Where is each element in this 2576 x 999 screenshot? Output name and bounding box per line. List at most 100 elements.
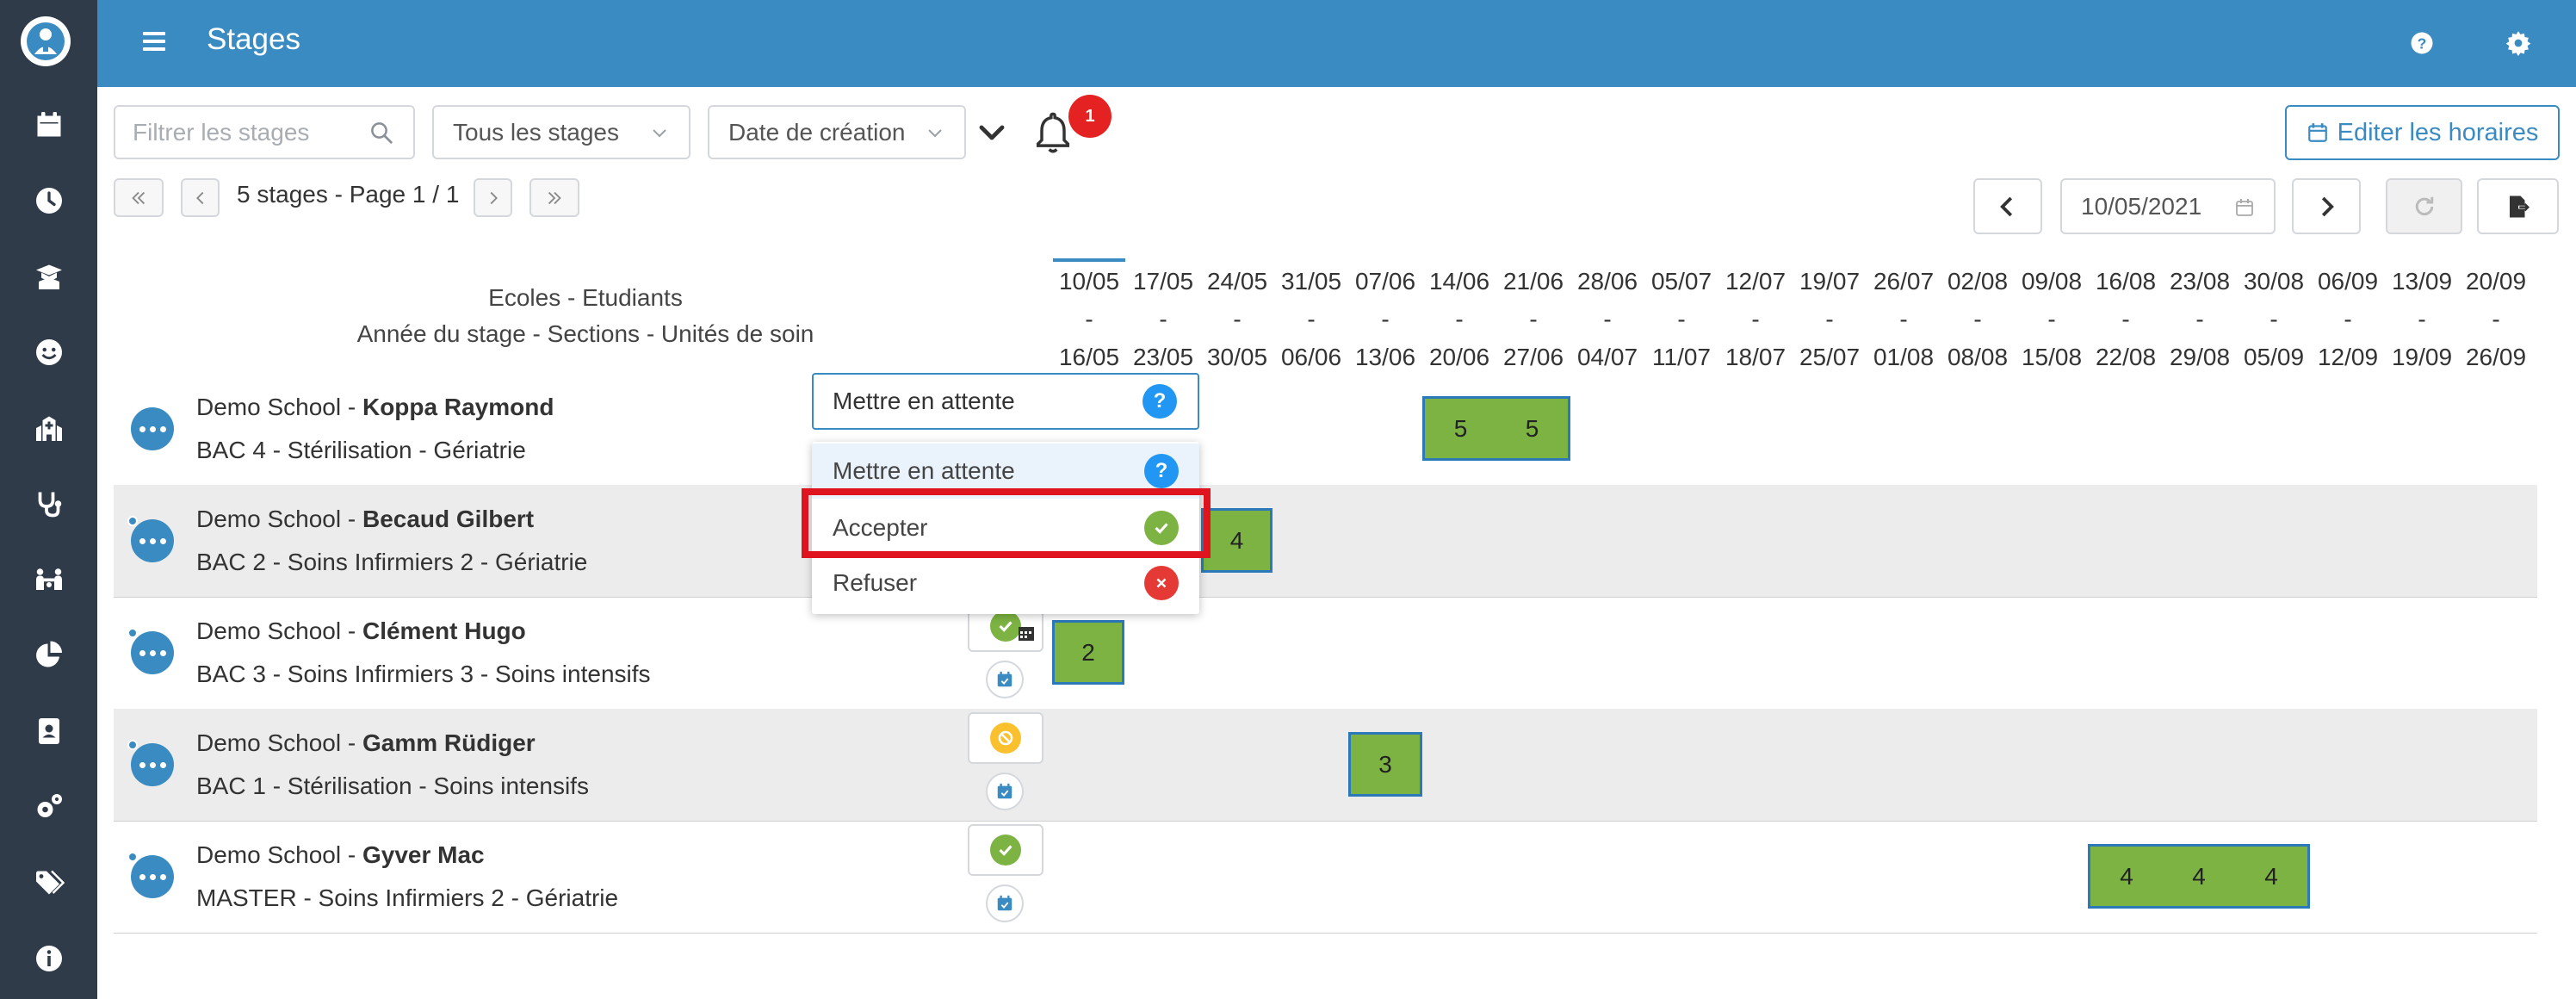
week-sep: - xyxy=(2195,306,2204,332)
row-actions-button[interactable] xyxy=(131,855,174,898)
week-count-label: 4 xyxy=(2192,862,2206,890)
pie-chart-icon xyxy=(35,641,62,667)
week-column-header: 06/09 - 12/09 xyxy=(2311,263,2385,376)
sidebar-item-info[interactable] xyxy=(0,921,97,996)
next-period-button[interactable] xyxy=(2292,178,2361,234)
week-end: 11/07 xyxy=(1652,344,1711,370)
status-select[interactable]: Mettre en attente ? xyxy=(812,373,1199,430)
school-name: Demo School - xyxy=(196,617,362,644)
sidebar-item-care[interactable] xyxy=(0,466,97,542)
week-end: 08/08 xyxy=(1947,344,2009,370)
row-actions-button[interactable] xyxy=(131,631,174,674)
week-sep: - xyxy=(2418,306,2426,332)
week-count-label: 5 xyxy=(1453,414,1468,442)
export-button[interactable] xyxy=(2477,178,2559,234)
row-actions-button[interactable] xyxy=(131,407,174,450)
menu-icon[interactable] xyxy=(139,28,170,59)
student-name: Clément Hugo xyxy=(362,617,526,644)
school-student-label: Demo School - Gamm Rüdiger xyxy=(196,729,536,757)
sidebar-item-tags[interactable] xyxy=(0,845,97,921)
sort-select[interactable]: Date de création xyxy=(708,105,966,159)
schedule-button[interactable] xyxy=(986,661,1024,698)
internship-period-bar[interactable]: 55 xyxy=(1422,396,1570,461)
sidebar-item-hospital[interactable] xyxy=(0,390,97,466)
app-logo[interactable] xyxy=(21,16,71,66)
filter-select[interactable]: Tous les stages xyxy=(432,105,690,159)
week-count-label: 3 xyxy=(1378,750,1392,778)
week-end: 30/05 xyxy=(1206,344,1268,370)
sidebar-item-satisfaction[interactable] xyxy=(0,314,97,390)
status-option-refuse[interactable]: Refuser xyxy=(812,555,1199,611)
row-divider xyxy=(114,933,2537,934)
filter-select-value: Tous les stages xyxy=(453,118,619,146)
week-column-header: 13/09 - 19/09 xyxy=(2385,263,2459,376)
chevron-right-icon xyxy=(490,191,498,204)
sidebar-item-team[interactable] xyxy=(0,542,97,617)
internship-details: MASTER - Soins Infirmiers 2 - Gériatrie xyxy=(196,884,619,911)
settings-icon[interactable] xyxy=(2501,26,2536,60)
sidebar-item-students[interactable] xyxy=(0,239,97,314)
prev-period-button[interactable] xyxy=(1973,178,2042,234)
week-end: 13/06 xyxy=(1354,344,1416,370)
schedule-button[interactable] xyxy=(986,773,1024,810)
page-title: Stages xyxy=(207,22,300,56)
first-page-button[interactable] xyxy=(114,178,164,217)
week-column-header: 31/05 - 06/06 xyxy=(1274,263,1348,376)
smiley-icon xyxy=(35,339,62,365)
pagination-info: 5 stages - Page 1 / 1 xyxy=(237,181,460,208)
week-start: 20/09 xyxy=(2465,268,2527,295)
sidebar xyxy=(0,0,97,999)
week-sep: - xyxy=(2492,306,2500,332)
week-column-header: 14/06 - 20/06 xyxy=(1422,263,1496,376)
refresh-icon xyxy=(2415,196,2433,215)
chevron-left-icon xyxy=(195,191,203,204)
search-icon xyxy=(371,122,393,144)
status-button[interactable] xyxy=(968,824,1043,876)
column-header-details: Année du stage - Sections - Unités de so… xyxy=(356,320,814,347)
sidebar-item-contacts[interactable] xyxy=(0,693,97,769)
week-end: 23/05 xyxy=(1132,344,1194,370)
internship-period-bar[interactable]: 2 xyxy=(1052,620,1124,685)
search-input[interactable] xyxy=(115,107,356,158)
week-sep: - xyxy=(2047,306,2056,332)
week-sep: - xyxy=(2344,306,2352,332)
sidebar-item-clock[interactable] xyxy=(0,163,97,239)
week-sep: - xyxy=(1751,306,1760,332)
row-actions-button[interactable] xyxy=(131,743,174,786)
next-page-button[interactable] xyxy=(474,178,512,217)
sidebar-item-calendar[interactable] xyxy=(0,87,97,163)
week-sep: - xyxy=(1677,306,1686,332)
row-status-dot xyxy=(127,628,138,638)
week-column-header: 16/08 - 22/08 xyxy=(2089,263,2163,376)
status-button[interactable] xyxy=(968,712,1043,764)
week-column-header: 20/09 - 26/09 xyxy=(2459,263,2533,376)
week-start: 26/07 xyxy=(1873,268,1935,295)
internship-period-bar[interactable]: 4 4 4 xyxy=(2088,844,2310,909)
sidebar-item-settings[interactable] xyxy=(0,769,97,845)
chevron-down-icon xyxy=(653,129,666,138)
edit-schedule-button[interactable]: Editer les horaires xyxy=(2285,105,2560,160)
week-column-header: 23/08 - 29/08 xyxy=(2163,263,2237,376)
sidebar-item-stats[interactable] xyxy=(0,617,97,693)
sort-direction-chevron-icon[interactable] xyxy=(976,117,1007,148)
prev-page-button[interactable] xyxy=(181,178,220,217)
row-actions-button[interactable] xyxy=(131,519,174,562)
week-column-header: 05/07 - 11/07 xyxy=(1644,263,1718,376)
week-start: 28/06 xyxy=(1576,268,1638,295)
schedule-button[interactable] xyxy=(986,884,1024,922)
internship-period-bar[interactable]: 3 xyxy=(1348,732,1422,797)
current-week-indicator xyxy=(1053,258,1125,262)
week-column-header: 26/07 - 01/08 xyxy=(1867,263,1941,376)
last-page-button[interactable] xyxy=(529,178,579,217)
week-start: 13/09 xyxy=(2391,268,2453,295)
school-student-label: Demo School - Becaud Gilbert xyxy=(196,506,534,533)
help-icon[interactable]: ? xyxy=(2405,26,2439,60)
calendar-icon xyxy=(2307,123,2327,142)
refresh-button[interactable] xyxy=(2386,178,2462,234)
week-start: 02/08 xyxy=(1947,268,2009,295)
chevron-down-icon xyxy=(928,129,942,138)
search-field[interactable] xyxy=(114,105,415,159)
date-picker[interactable]: 10/05/2021 xyxy=(2060,178,2276,234)
top-header: Stages ? xyxy=(97,0,2576,87)
internship-period-bar[interactable]: 4 xyxy=(1201,508,1273,573)
